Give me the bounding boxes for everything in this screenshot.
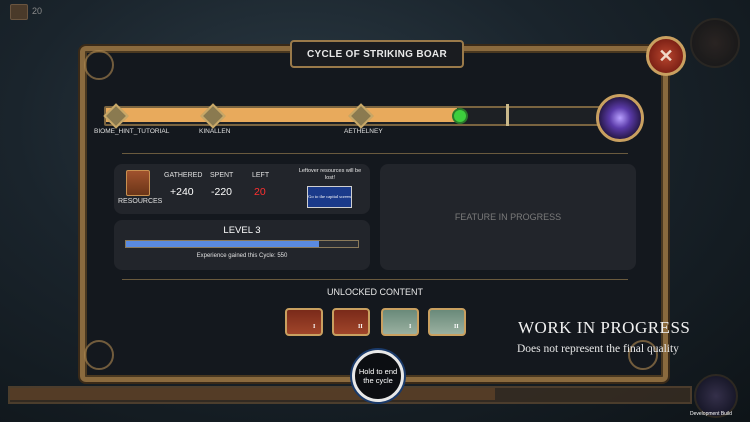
ornament-corner-icon: [84, 340, 114, 370]
wip-watermark-title: WORK IN PROGRESS: [518, 318, 691, 337]
unlocked-card[interactable]: II: [332, 308, 370, 336]
card-tier-label: I: [409, 324, 412, 330]
feature-placeholder: FEATURE IN PROGRESS: [380, 164, 636, 270]
close-button[interactable]: ✕: [646, 36, 686, 76]
gathered-label: GATHERED: [164, 172, 203, 179]
card-tier-label: I: [313, 324, 316, 330]
card-tier-label: II: [454, 324, 459, 330]
section-divider: [122, 279, 628, 280]
wip-watermark-subtitle: Does not represent the final quality: [517, 343, 679, 355]
panel-title: CYCLE OF STRIKING BOAR: [290, 40, 464, 68]
development-build-label: Development Build: [690, 411, 732, 417]
unlocked-card[interactable]: I: [381, 308, 419, 336]
section-divider: [122, 153, 628, 154]
go-to-capital-button[interactable]: Go to the capital screen: [307, 186, 352, 208]
spent-label: SPENT: [210, 172, 234, 179]
resources-chest-icon: [126, 170, 150, 196]
cycle-progress-fill: [106, 108, 457, 122]
unlocked-card[interactable]: I: [285, 308, 323, 336]
boss-portrait-icon[interactable]: [596, 94, 644, 142]
ornament-corner-icon: [84, 50, 114, 80]
level-title: LEVEL 3: [223, 225, 261, 236]
resources-label: RESOURCES: [118, 198, 163, 205]
gathered-value: +240: [170, 186, 194, 198]
background-emblem-icon: [690, 18, 740, 68]
biome-node-label: BIOME_HINT_TUTORIAL: [94, 128, 170, 135]
unlocked-card[interactable]: II: [428, 308, 466, 336]
current-position-icon: [452, 108, 468, 124]
card-tier-label: II: [358, 324, 363, 330]
hold-to-end-cycle-button[interactable]: Hold to end the cycle: [352, 350, 404, 402]
left-label: LEFT: [252, 172, 270, 179]
resource-hud-icon: [10, 4, 28, 20]
xp-bar-fill: [126, 241, 319, 247]
resource-hud-count: 20: [32, 6, 43, 16]
spent-value: -220: [211, 186, 233, 198]
xp-gained-text: Experience gained this Cycle: 550: [196, 253, 288, 259]
leftover-warning: Leftover resources will be lost!: [298, 168, 362, 181]
unlocked-content-title: UNLOCKED CONTENT: [326, 287, 423, 297]
cycle-end-marker: [506, 104, 509, 126]
left-value: 20: [254, 186, 266, 198]
background-progress-fill: [10, 388, 495, 400]
biome-node-label: AETHELNEY: [344, 128, 383, 135]
biome-node-label: KINALLEN: [199, 128, 231, 135]
